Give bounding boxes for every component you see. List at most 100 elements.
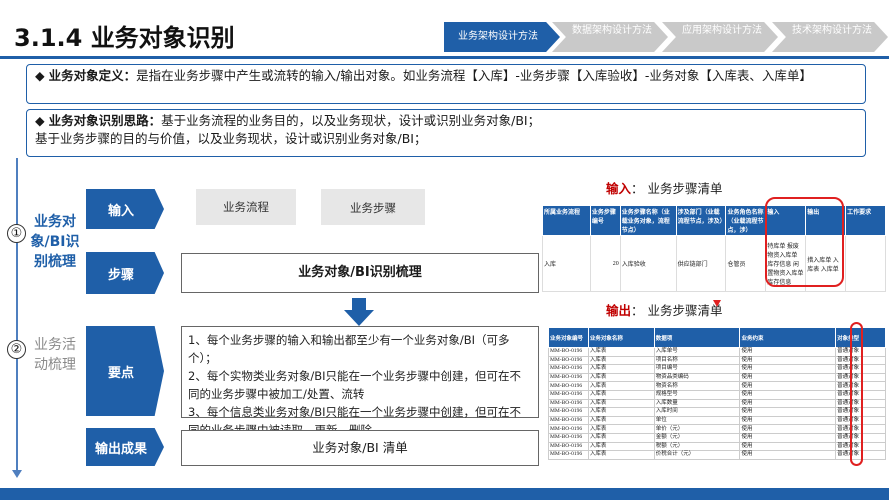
table-header: 业务步骤编号 bbox=[589, 205, 621, 236]
output-chevron: 输出成果 bbox=[86, 428, 164, 466]
approach-text: 基于业务流程的业务目的，以及业务现状，设计或识别业务对象/BI； bbox=[161, 113, 541, 128]
timeline-arrow-icon bbox=[12, 470, 22, 478]
input-chevron: 输入 bbox=[86, 189, 164, 229]
step-box: 业务对象/BI识别梳理 bbox=[181, 253, 539, 293]
table-header: 工作要求 bbox=[845, 205, 886, 236]
definition-heading: 业务对象定义： bbox=[48, 68, 137, 83]
table-row: MM-BO-0196 入库表 物资名称 使用 普通对象 bbox=[548, 381, 886, 391]
key-points-box: 1、每个业务步骤的输入和输出都至少有一个业务对象/BI（可多个）； 2、每个实物… bbox=[181, 326, 539, 437]
table-cell: 使用 bbox=[739, 432, 837, 443]
header-divider bbox=[0, 56, 889, 59]
table-cell: 项目编号 bbox=[653, 364, 741, 374]
table-cell: 价税合计（元） bbox=[653, 450, 741, 460]
table-cell: MM-BO-0196 bbox=[548, 372, 589, 383]
table-cell bbox=[845, 235, 886, 292]
table-cell: 入库表 bbox=[587, 415, 655, 426]
down-arrow-icon bbox=[344, 298, 374, 326]
table-cell: 入库表 bbox=[587, 355, 655, 366]
table-cell: MM-BO-0196 bbox=[548, 364, 589, 374]
table-row: MM-BO-0196 入库表 入库数量 使用 普通对象 bbox=[548, 398, 886, 409]
table-cell: MM-BO-0196 bbox=[548, 381, 589, 391]
input-output-highlight bbox=[765, 197, 844, 287]
table-cell: 使用 bbox=[739, 389, 837, 400]
table-cell: 供应链部门 bbox=[675, 235, 727, 292]
table-header: 数据项 bbox=[653, 327, 741, 348]
table-cell: 使用 bbox=[739, 347, 837, 357]
table-cell: MM-BO-0196 bbox=[548, 389, 589, 400]
input-business-process: 业务流程 bbox=[196, 189, 296, 225]
table-cell: 入库单号 bbox=[653, 347, 741, 357]
table-cell: 入库表 bbox=[587, 364, 655, 374]
table-row: MM-BO-0196 入库表 入库单号 使用 普通对象 bbox=[548, 347, 886, 357]
table-cell: 入库验收 bbox=[619, 235, 677, 292]
table-cell: 使用 bbox=[739, 381, 837, 391]
step-application-architecture[interactable]: 应用架构设计方法 bbox=[662, 22, 778, 52]
table-cell: 20 bbox=[589, 235, 621, 292]
table-cell: 项目名称 bbox=[653, 355, 741, 366]
table-cell: 物资名称 bbox=[653, 381, 741, 391]
table-header: 业务对象编号 bbox=[548, 327, 589, 348]
method-steps: 业务架构设计方法 数据架构设计方法 应用架构设计方法 技术架构设计方法 bbox=[444, 22, 888, 52]
step-data-architecture[interactable]: 数据架构设计方法 bbox=[552, 22, 668, 52]
table-header: 业务角色名称（业载流程节点，涉） bbox=[725, 205, 767, 236]
key-point-2: 2、每个实物类业务对象/BI只能在一个业务步骤中创建，但可在不同的业务步骤中被加… bbox=[188, 369, 521, 401]
table-cell: 入库表 bbox=[587, 450, 655, 460]
table-row: MM-BO-0196 入库表 入库时间 使用 普通对象 bbox=[548, 407, 886, 417]
step-number-1: ① bbox=[7, 224, 26, 243]
table-cell: 使用 bbox=[739, 415, 837, 426]
table-cell: 规格型号 bbox=[653, 389, 741, 400]
table-cell: 入库表 bbox=[587, 432, 655, 443]
key-points-chevron: 要点 bbox=[86, 326, 164, 416]
step-technology-architecture[interactable]: 技术架构设计方法 bbox=[772, 22, 888, 52]
stage-label-1[interactable]: 业务对象/BI识别梳理 bbox=[28, 212, 82, 272]
table-cell: 使用 bbox=[739, 441, 837, 452]
table-cell: 单位 bbox=[653, 415, 741, 426]
table-cell: 金额（元） bbox=[653, 432, 741, 443]
table-cell: 入库表 bbox=[587, 407, 655, 417]
output-box: 业务对象/BI 清单 bbox=[181, 430, 539, 466]
table-cell: 使用 bbox=[739, 364, 837, 374]
table-cell: 入库表 bbox=[587, 381, 655, 391]
input-label-rest: ： 业务步骤清单 bbox=[631, 181, 723, 196]
table-cell: 使用 bbox=[739, 407, 837, 417]
table-cell: 使用 bbox=[739, 398, 837, 409]
table-cell: 入库时间 bbox=[653, 407, 741, 417]
approach-heading: 业务对象识别思路： bbox=[48, 113, 162, 128]
table-header: 涉及部门（业载流程节点，涉及） bbox=[675, 205, 727, 236]
table-cell: 物资品类编码 bbox=[653, 372, 741, 383]
input-table-label: 输入： 业务步骤清单 bbox=[606, 178, 723, 197]
approach-text-2: 基于业务步骤的目的与价值，以及业务现状，设计或识别业务对象/BI； bbox=[35, 131, 427, 146]
timeline-line bbox=[16, 158, 18, 474]
table-cell: 单价（元） bbox=[653, 424, 741, 434]
table-cell: MM-BO-0196 bbox=[548, 450, 589, 460]
table-cell: MM-BO-0196 bbox=[548, 347, 589, 357]
table-header: 所属业务流程 bbox=[542, 205, 591, 236]
table-row: MM-BO-0196 入库表 项目编号 使用 普通对象 bbox=[548, 364, 886, 374]
bullet: ◆ bbox=[35, 68, 45, 83]
table-cell: 使用 bbox=[739, 424, 837, 434]
input-red-label: 输入 bbox=[606, 181, 632, 196]
table-cell: MM-BO-0196 bbox=[548, 432, 589, 443]
table-header: 业务步骤名称（业载业务对象，流程节点） bbox=[619, 205, 677, 236]
table-cell: MM-BO-0196 bbox=[548, 424, 589, 434]
output-table-label: 输出： 业务步骤清单 bbox=[606, 300, 723, 319]
table-row: MM-BO-0196 入库表 单价（元） 使用 普通对象 bbox=[548, 424, 886, 434]
table-cell: 入库表 bbox=[587, 398, 655, 409]
output-red-label: 输出 bbox=[606, 303, 632, 318]
bullet: ◆ bbox=[35, 113, 45, 128]
key-point-1: 1、每个业务步骤的输入和输出都至少有一个业务对象/BI（可多个）； bbox=[188, 333, 510, 365]
table-cell: MM-BO-0196 bbox=[548, 415, 589, 426]
table-row: MM-BO-0196 入库表 金额（元） 使用 普通对象 bbox=[548, 432, 886, 443]
table-cell: 仓管员 bbox=[725, 235, 767, 292]
stage-label-2[interactable]: 业务活动梳理 bbox=[28, 335, 82, 375]
table-cell: 入库表 bbox=[587, 347, 655, 357]
footer-bar bbox=[0, 488, 889, 500]
table-row: MM-BO-0196 入库表 价税合计（元） 使用 普通对象 bbox=[548, 450, 886, 460]
step-number-2: ② bbox=[7, 340, 26, 359]
page-title: 3.1.4 业务对象识别 bbox=[14, 24, 235, 52]
step-chevron: 步骤 bbox=[86, 252, 164, 294]
table-row: MM-BO-0196 入库表 规格型号 使用 普通对象 bbox=[548, 389, 886, 400]
table-cell: 入库表 bbox=[587, 424, 655, 434]
approach-box: ◆ 业务对象识别思路：基于业务流程的业务目的，以及业务现状，设计或识别业务对象/… bbox=[26, 109, 866, 157]
step-business-architecture[interactable]: 业务架构设计方法 bbox=[444, 22, 560, 52]
